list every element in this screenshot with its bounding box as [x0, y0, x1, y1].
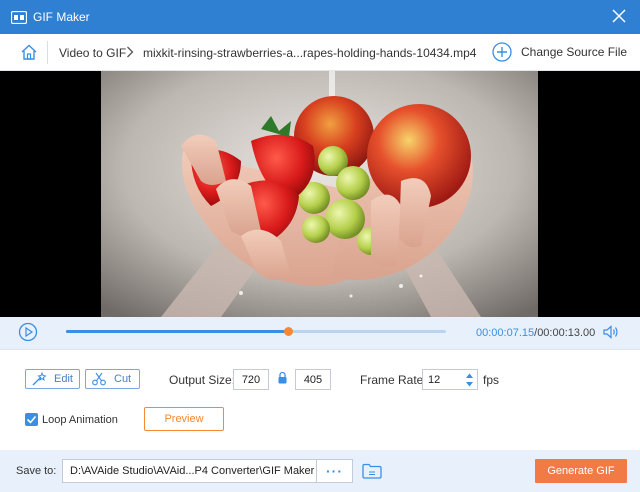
breadcrumb-divider: [47, 41, 48, 64]
fps-unit: fps: [483, 373, 500, 387]
loop-animation-label: Loop Animation: [42, 414, 118, 426]
play-icon[interactable]: [18, 322, 38, 342]
plus-circle-icon: [492, 42, 512, 62]
edit-button[interactable]: Edit: [25, 369, 80, 389]
home-icon[interactable]: [20, 43, 38, 61]
total-time: 00:00:13.00: [537, 327, 596, 339]
change-source-button[interactable]: Change Source File: [492, 42, 627, 62]
video-player: [0, 71, 640, 317]
window-title: GIF Maker: [33, 10, 90, 24]
seek-bar[interactable]: [66, 327, 446, 336]
change-source-label: Change Source File: [521, 45, 628, 59]
save-path-field[interactable]: D:\AVAide Studio\AVAid...P4 Converter\GI…: [62, 459, 317, 483]
frame-rate-value: 12: [428, 374, 441, 386]
width-input[interactable]: 720: [233, 369, 269, 390]
cut-label: Cut: [114, 373, 132, 385]
close-icon[interactable]: [612, 9, 626, 23]
breadcrumb-video-to-gif[interactable]: Video to GIF: [59, 46, 126, 60]
chevron-right-icon: [127, 46, 134, 58]
browse-path-button[interactable]: ···: [317, 459, 353, 483]
save-bar: Save to: D:\AVAide Studio\AVAid...P4 Con…: [0, 450, 640, 492]
breadcrumb: Video to GIF mixkit-rinsing-strawberries…: [0, 34, 640, 71]
generate-gif-button[interactable]: Generate GIF: [535, 459, 627, 483]
magic-wand-icon: [32, 372, 47, 386]
seek-bar-handle[interactable]: [283, 327, 293, 336]
height-input[interactable]: 405: [295, 369, 331, 390]
title-bar: GIF Maker: [0, 0, 640, 34]
frame-rate-label: Frame Rate:: [360, 373, 427, 387]
chevron-down-icon[interactable]: [465, 381, 474, 388]
preview-button[interactable]: Preview: [144, 407, 224, 431]
edit-label: Edit: [54, 373, 73, 385]
chevron-up-icon[interactable]: [465, 372, 474, 379]
time-readout: 00:00:07.15/00:00:13.00: [476, 327, 595, 339]
save-to-label: Save to:: [16, 465, 57, 477]
volume-icon[interactable]: [603, 325, 619, 339]
checkmark-icon: [26, 415, 37, 424]
scissors-icon: [92, 372, 106, 386]
gif-settings-panel: Edit Cut Output Size: 720 405 Frame Rate…: [0, 349, 640, 450]
cut-button[interactable]: Cut: [85, 369, 140, 389]
current-time: 00:00:07.15: [476, 327, 535, 339]
folder-icon[interactable]: [362, 463, 382, 479]
seek-bar-progress: [66, 330, 288, 333]
lock-icon[interactable]: [277, 371, 288, 384]
breadcrumb-file-name: mixkit-rinsing-strawberries-a...rapes-ho…: [143, 46, 477, 60]
gif-maker-logo-icon: [11, 10, 27, 24]
video-frame[interactable]: [101, 71, 538, 317]
loop-animation-checkbox[interactable]: [25, 413, 38, 426]
video-frame-image: [101, 71, 538, 317]
frame-rate-stepper[interactable]: 12: [422, 369, 478, 390]
playback-bar: 00:00:07.15/00:00:13.00: [0, 317, 640, 349]
output-size-label: Output Size:: [169, 373, 236, 387]
